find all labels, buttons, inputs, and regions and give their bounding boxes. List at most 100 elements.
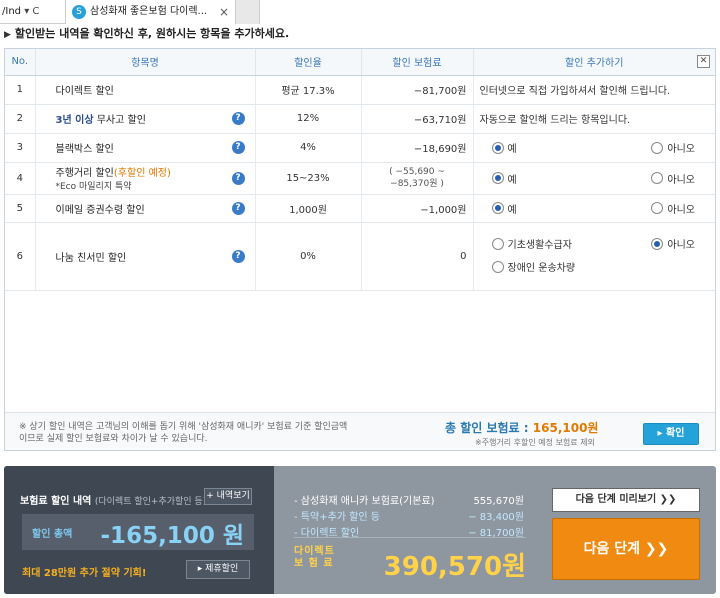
row-rate: 평균 17.3%	[255, 75, 362, 105]
radio-yes[interactable]: 예	[491, 140, 517, 155]
close-icon[interactable]: ✕	[697, 55, 710, 68]
radio-yes[interactable]: 예	[491, 201, 517, 216]
discount-total-box: 할인 총액 -165,100 원	[22, 514, 254, 550]
row-rate: 0%	[255, 222, 362, 291]
radio-selected-icon	[651, 237, 664, 250]
radio-no[interactable]: 아니오	[651, 171, 695, 186]
row-amount: −81,700원	[361, 75, 474, 105]
help-icon[interactable]: ?	[231, 201, 245, 215]
row-name-cell: 블랙박스 할인?	[35, 133, 256, 163]
row-no: 5	[5, 194, 36, 223]
row-name-cell: 나눔 친서민 할인?	[35, 222, 256, 291]
row-amount: −18,690원	[361, 133, 474, 163]
base-premium-line: - 삼성화재 애니카 보험료(기본료) 555,670원	[294, 496, 524, 507]
extra-discount-line: - 특약+추가 할인 등 − 83,400원	[294, 512, 524, 523]
row-name: 주행거리 할인(후할인 예정) *Eco 마일리지 특약	[55, 168, 171, 192]
row-name: 블랙박스 할인	[55, 144, 114, 155]
row-name-cell: 이메일 증권수령 할인?	[35, 194, 256, 223]
table-row: 3 블랙박스 할인? 4% −18,690원 예 아니오	[5, 133, 715, 163]
triangle-bullet-icon: ▶	[4, 30, 11, 40]
tab-title: 삼성화재 좋은보험 다이렉...	[90, 6, 208, 17]
address-controls[interactable]: ▾ C	[24, 6, 39, 17]
savings-promo-text: 최대 28만원 추가 절약 기회!	[22, 568, 147, 579]
table-row: 6 나눔 친서민 할인? 0% 0 기초생활수급자 장애인 운송차량 아니오	[5, 222, 715, 291]
help-icon[interactable]: ?	[231, 171, 245, 185]
bullet-icon: -	[294, 496, 301, 507]
tab-close-icon[interactable]: ×	[219, 0, 229, 24]
header-add: 할인 추가하기 ✕	[473, 49, 715, 76]
radio-unselected-icon	[651, 141, 664, 154]
disclaimer-note: ※ 상기 할인 내역은 고객님의 이해를 돕기 위해 '삼성화재 애니카' 보험…	[19, 422, 348, 444]
row-rate: 1,000원	[255, 194, 362, 223]
view-details-button[interactable]: + 내역보기	[204, 488, 252, 505]
radio-selected-icon	[491, 202, 504, 214]
row-desc: 자동으로 할인해 드리는 항목입니다.	[473, 104, 715, 134]
header-rate: 할인율	[255, 49, 362, 76]
help-icon[interactable]: ?	[231, 249, 245, 263]
row-no: 4	[5, 162, 36, 195]
radio-unselected-icon	[491, 260, 504, 273]
total-discount: 총 할인 보험료 : 165,100원	[445, 421, 599, 435]
action-buttons: 다음 단계 미리보기 ❯❯ 다음 단계 ❯❯	[552, 482, 700, 586]
help-icon[interactable]: ?	[231, 141, 245, 154]
address-text: /Ind	[2, 6, 22, 17]
total-bar: ※ 상기 할인 내역은 고객님의 이해를 돕기 위해 '삼성화재 애니카' 보험…	[5, 412, 715, 450]
new-tab-button[interactable]	[236, 0, 260, 24]
row-name: 나눔 친서민 할인	[55, 252, 127, 264]
help-icon[interactable]: ?	[231, 112, 245, 125]
table-row: 1 다이렉트 할인 평균 17.3% −81,700원 인터넷으로 직접 가입하…	[5, 75, 715, 105]
row-rate: 4%	[255, 133, 362, 163]
radio-yes[interactable]: 예	[491, 171, 517, 186]
radio-no[interactable]: 아니오	[651, 140, 695, 155]
row-no: 1	[5, 75, 36, 105]
radio-disabled-vehicle[interactable]: 장애인 운송차량	[491, 259, 575, 274]
browser-tab[interactable]: S 삼성화재 좋은보험 다이렉... ×	[66, 0, 236, 24]
chevron-right-icon: ▸	[657, 428, 667, 439]
header-name: 항목명	[35, 49, 256, 76]
row-amount: −63,710원	[361, 104, 474, 134]
site-favicon-icon: S	[72, 5, 86, 19]
row-name: 3년 이상 무사고 할인	[55, 115, 146, 126]
row-amount-range: ( −55,690 ~ −85,370원 )	[361, 162, 474, 195]
discount-panel: No. 항목명 할인율 할인 보험료 할인 추가하기 ✕ 1 다이렉트 할인 평균…	[4, 48, 716, 451]
row-rate: 15~23%	[255, 162, 362, 195]
summary-title: 보험료 할인 내역 (다이렉트 할인+추가할인 등)	[20, 496, 207, 507]
row-no: 6	[5, 222, 36, 291]
row-options: 기초생활수급자 장애인 운송차량 아니오	[473, 222, 715, 291]
radio-selected-icon	[491, 172, 504, 184]
next-step-preview-button[interactable]: 다음 단계 미리보기 ❯❯	[552, 488, 700, 512]
premium-summary: 보험료 할인 내역 (다이렉트 할인+추가할인 등) + 내역보기 할인 총액 …	[4, 466, 716, 594]
discount-total-label: 할인 총액	[32, 529, 73, 540]
row-no: 3	[5, 133, 36, 163]
total-discount-note: ※주행거리 후할인 예정 보험료 제외	[475, 438, 595, 447]
address-bar[interactable]: /Ind ▾ C	[0, 0, 66, 24]
radio-no[interactable]: 아니오	[651, 236, 695, 251]
radio-unselected-icon	[491, 237, 504, 250]
row-no: 2	[5, 104, 36, 134]
radio-unselected-icon	[651, 202, 664, 214]
radio-no[interactable]: 아니오	[651, 201, 695, 216]
partner-discount-button[interactable]: ▸ 제휴할인	[186, 560, 250, 579]
row-amount: −1,000원	[361, 194, 474, 223]
radio-basic-livelihood[interactable]: 기초생활수급자	[491, 236, 572, 251]
row-name-cell: 다이렉트 할인	[35, 75, 256, 105]
table-row: 5 이메일 증권수령 할인? 1,000원 −1,000원 예 아니오	[5, 194, 715, 223]
row-options: 예 아니오	[473, 194, 715, 223]
table-row: 4 주행거리 할인(후할인 예정) *Eco 마일리지 특약? 15~23% ( …	[5, 162, 715, 195]
next-step-button[interactable]: 다음 단계 ❯❯	[552, 518, 700, 580]
browser-tab-bar: /Ind ▾ C S 삼성화재 좋은보험 다이렉... ×	[0, 0, 720, 24]
discount-summary-box: 보험료 할인 내역 (다이렉트 할인+추가할인 등) + 내역보기 할인 총액 …	[4, 466, 274, 594]
row-name-cell: 3년 이상 무사고 할인?	[35, 104, 256, 134]
header-amount: 할인 보험료	[361, 49, 474, 76]
discount-total-value: -165,100 원	[100, 523, 244, 549]
direct-premium-label: 다이렉트 보 험 료	[294, 546, 335, 569]
bullet-icon: -	[294, 512, 301, 523]
row-name-cell: 주행거리 할인(후할인 예정) *Eco 마일리지 특약?	[35, 162, 256, 195]
premium-breakdown: - 삼성화재 애니카 보험료(기본료) 555,670원 - 특약+추가 할인 등…	[284, 474, 544, 586]
row-name-sub: *Eco 마일리지 특약	[55, 182, 132, 192]
row-options: 예 아니오	[473, 133, 715, 163]
table-row: 2 3년 이상 무사고 할인? 12% −63,710원 자동으로 할인해 드리…	[5, 104, 715, 134]
confirm-button[interactable]: ▸ 확인	[643, 423, 699, 445]
radio-selected-icon	[491, 141, 504, 154]
radio-unselected-icon	[651, 172, 664, 184]
